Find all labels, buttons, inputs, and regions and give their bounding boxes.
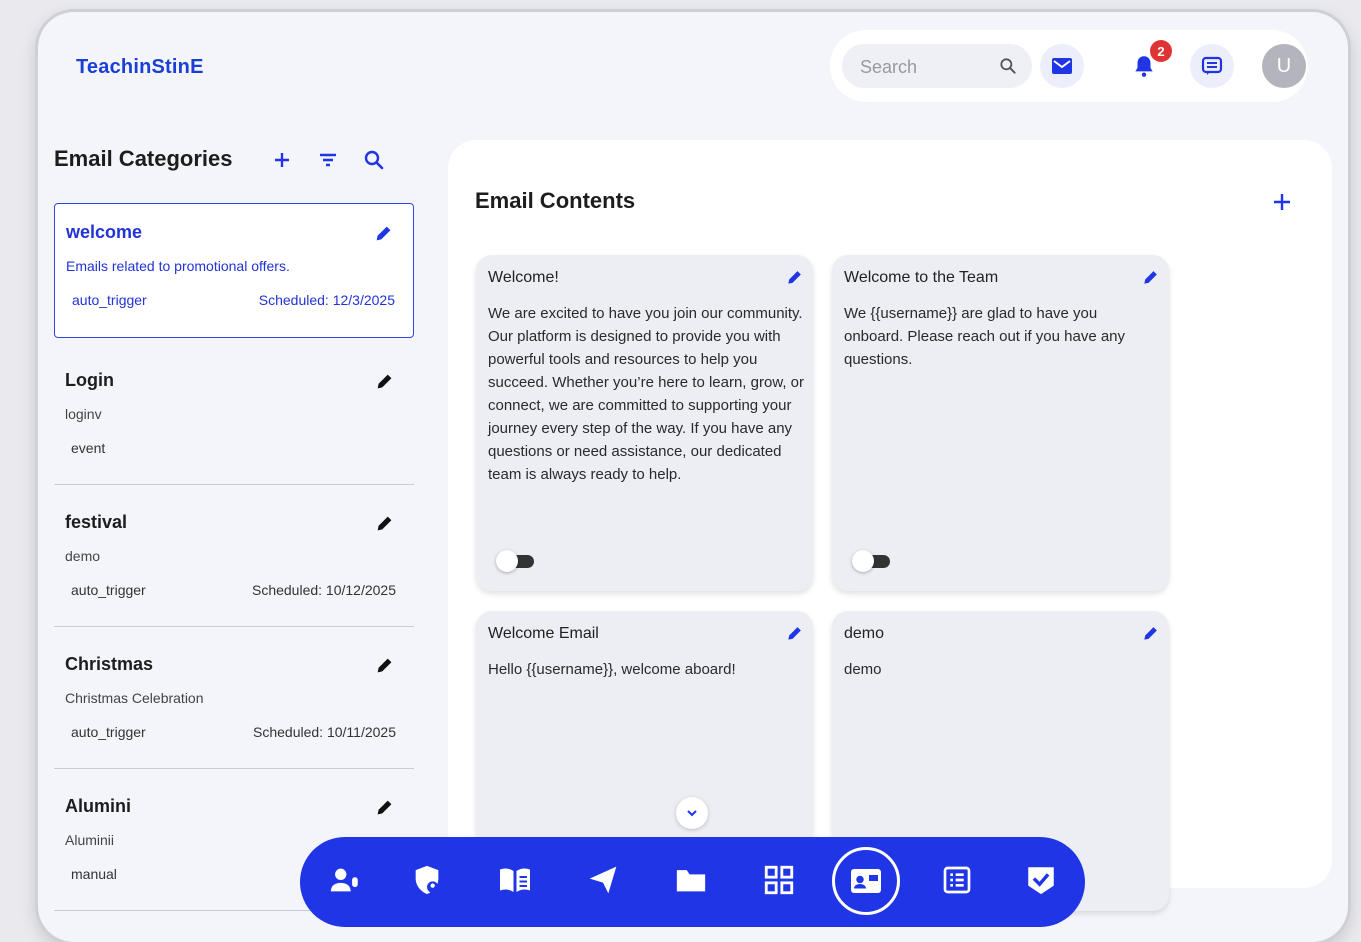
category-trigger: auto_trigger (71, 582, 146, 598)
search-categories-button[interactable] (362, 148, 386, 172)
content-card[interactable]: Welcome! We are excited to have you join… (476, 255, 813, 591)
nav-library[interactable] (490, 855, 540, 905)
category-description: Aluminii (65, 832, 115, 848)
search-icon (364, 150, 384, 170)
panel-title: Email Contents (475, 188, 636, 213)
users-mic-icon (330, 868, 358, 892)
categories-toolbar (270, 148, 386, 172)
brand-logo[interactable]: TeachinStinE (76, 56, 204, 79)
edit-icon[interactable] (374, 512, 396, 534)
category-name: Christmas (65, 654, 154, 674)
category-trigger: manual (71, 866, 117, 882)
edit-icon[interactable] (374, 796, 396, 818)
edit-icon[interactable] (374, 370, 396, 392)
email-contents-panel: Email Contents Welcome! We are excited t… (448, 140, 1332, 911)
edit-icon[interactable] (785, 267, 805, 287)
content-body: We are excited to have you join our comm… (488, 305, 804, 483)
category-card[interactable]: Login loginv event (54, 352, 414, 485)
category-description: Christmas Celebration (65, 690, 204, 706)
category-schedule: Scheduled: 12/3/2025 (258, 292, 395, 308)
content-card[interactable]: Welcome to the Team We {{username}} are … (832, 255, 1169, 591)
category-card[interactable]: Christmas Christmas Celebration auto_tri… (54, 636, 414, 769)
content-title: Welcome to the Team (844, 269, 999, 286)
bottom-nav (300, 837, 1085, 927)
contact-card-icon (851, 869, 881, 893)
category-trigger: event (71, 440, 106, 456)
category-trigger: auto_trigger (71, 724, 146, 740)
edit-icon[interactable] (1141, 623, 1161, 643)
chevron-down-icon (687, 810, 697, 817)
active-toggle[interactable] (496, 550, 536, 572)
app-window: TeachinStinE 2 U Email Categories welcom… (38, 12, 1348, 942)
search-box (842, 44, 1032, 88)
nav-files[interactable] (666, 855, 716, 905)
category-schedule: Scheduled: 10/12/2025 (251, 582, 396, 598)
category-card[interactable]: welcome Emails related to promotional of… (54, 203, 414, 338)
category-name: Alumini (65, 796, 131, 816)
list-icon (943, 866, 971, 894)
content-title: Welcome Email (488, 625, 599, 642)
edit-icon[interactable] (1141, 267, 1161, 287)
mail-button[interactable] (1040, 44, 1084, 88)
notification-badge: 2 (1150, 40, 1172, 62)
search-input[interactable] (858, 52, 992, 82)
nav-dashboard[interactable] (754, 855, 804, 905)
grid-icon (764, 865, 794, 895)
edit-icon[interactable] (785, 623, 805, 643)
category-description: loginv (65, 406, 102, 422)
plus-icon (275, 153, 289, 167)
category-list: welcome Emails related to promotional of… (54, 203, 414, 920)
filter-button[interactable] (316, 148, 340, 172)
category-name: festival (65, 512, 128, 532)
chat-icon (1201, 56, 1223, 75)
send-icon (589, 866, 617, 894)
check-badge-icon (1028, 867, 1054, 895)
chat-button[interactable] (1190, 44, 1234, 88)
content-body: demo (844, 661, 882, 678)
nav-approvals[interactable] (1016, 855, 1066, 905)
folder-icon (676, 870, 706, 892)
content-title: demo (844, 625, 885, 642)
category-description: demo (65, 548, 101, 564)
category-trigger: auto_trigger (72, 292, 147, 308)
search-icon[interactable] (998, 56, 1018, 76)
book-icon (500, 868, 530, 892)
content-body: We {{username}} are glad to have you onb… (844, 305, 1126, 368)
add-content-icon[interactable] (1270, 190, 1294, 214)
avatar[interactable]: U (1262, 44, 1306, 88)
category-card[interactable]: festival demo auto_trigger Scheduled: 10… (54, 494, 414, 627)
edit-icon[interactable] (374, 654, 396, 676)
category-name: welcome (66, 222, 143, 242)
filter-icon (320, 153, 336, 167)
shield-user-icon (415, 865, 439, 895)
category-schedule: Scheduled: 10/11/2025 (253, 724, 396, 740)
category-description: Emails related to promotional offers. (66, 258, 290, 274)
content-body: Hello {{username}}, welcome aboard! (488, 661, 736, 678)
nav-users[interactable] (320, 855, 370, 905)
expand-button[interactable] (676, 797, 708, 829)
add-category-button[interactable] (270, 148, 294, 172)
content-title: Welcome! (488, 269, 559, 286)
mail-icon (1052, 58, 1072, 74)
category-name: Login (65, 370, 114, 390)
nav-list[interactable] (932, 855, 982, 905)
categories-title: Email Categories (54, 146, 233, 171)
active-toggle[interactable] (852, 550, 892, 572)
edit-icon[interactable] (373, 222, 395, 244)
nav-email-templates[interactable] (832, 847, 900, 915)
nav-send[interactable] (578, 855, 628, 905)
nav-security[interactable] (402, 855, 452, 905)
top-bar: 2 U (830, 30, 1308, 102)
notifications-button[interactable]: 2 (1122, 40, 1172, 88)
